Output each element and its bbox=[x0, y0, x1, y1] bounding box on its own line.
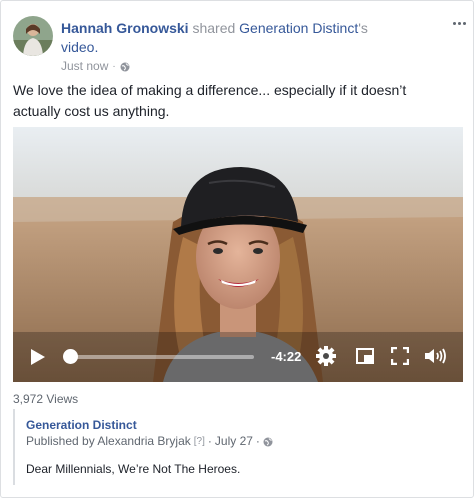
seek-bar[interactable] bbox=[69, 355, 254, 359]
pub-separator: · bbox=[207, 434, 212, 448]
view-count: 3,972 Views bbox=[13, 392, 79, 406]
page-link[interactable]: Generation Distinct bbox=[239, 20, 358, 36]
volume-icon[interactable] bbox=[425, 348, 446, 364]
original-post-attachment: Generation Distinct Published by Alexand… bbox=[13, 409, 463, 485]
fullscreen-icon[interactable] bbox=[391, 347, 409, 365]
gear-icon[interactable] bbox=[316, 346, 336, 366]
more-options-icon[interactable] bbox=[450, 17, 468, 29]
time-remaining: -4:22 bbox=[271, 349, 302, 364]
original-date[interactable]: July 27 bbox=[215, 434, 253, 448]
picture-in-picture-icon[interactable] bbox=[356, 348, 374, 364]
post-header: Hannah Gronowski shared Generation Disti… bbox=[61, 19, 421, 57]
shared-verb: shared bbox=[192, 20, 236, 36]
possessive: 's bbox=[358, 20, 368, 36]
published-by-line: Published by Alexandria Bryjak [?] · Jul… bbox=[26, 434, 273, 448]
post-text: We love the idea of making a difference.… bbox=[13, 82, 407, 119]
help-link[interactable]: [?] bbox=[194, 436, 205, 447]
video-frame bbox=[13, 127, 463, 382]
original-page-link[interactable]: Generation Distinct bbox=[26, 418, 137, 432]
original-video-title[interactable]: Dear Millennials, We’re Not The Heroes. bbox=[26, 462, 240, 476]
video-player[interactable]: -4:22 bbox=[13, 127, 463, 382]
seek-handle[interactable] bbox=[63, 349, 78, 364]
globe-icon bbox=[263, 436, 273, 447]
timestamp[interactable]: Just now bbox=[61, 59, 108, 73]
play-icon[interactable] bbox=[31, 349, 45, 365]
globe-icon[interactable] bbox=[120, 61, 130, 72]
video-post-card: Hannah Gronowski shared Generation Disti… bbox=[0, 0, 474, 498]
avatar[interactable] bbox=[13, 16, 53, 56]
post-meta: Just now · bbox=[61, 59, 130, 73]
published-by[interactable]: Published by Alexandria Bryjak bbox=[26, 434, 191, 448]
author-link[interactable]: Hannah Gronowski bbox=[61, 20, 189, 36]
video-link[interactable]: video. bbox=[61, 39, 98, 55]
pub-separator-2: · bbox=[255, 434, 260, 448]
meta-separator: · bbox=[112, 60, 116, 72]
